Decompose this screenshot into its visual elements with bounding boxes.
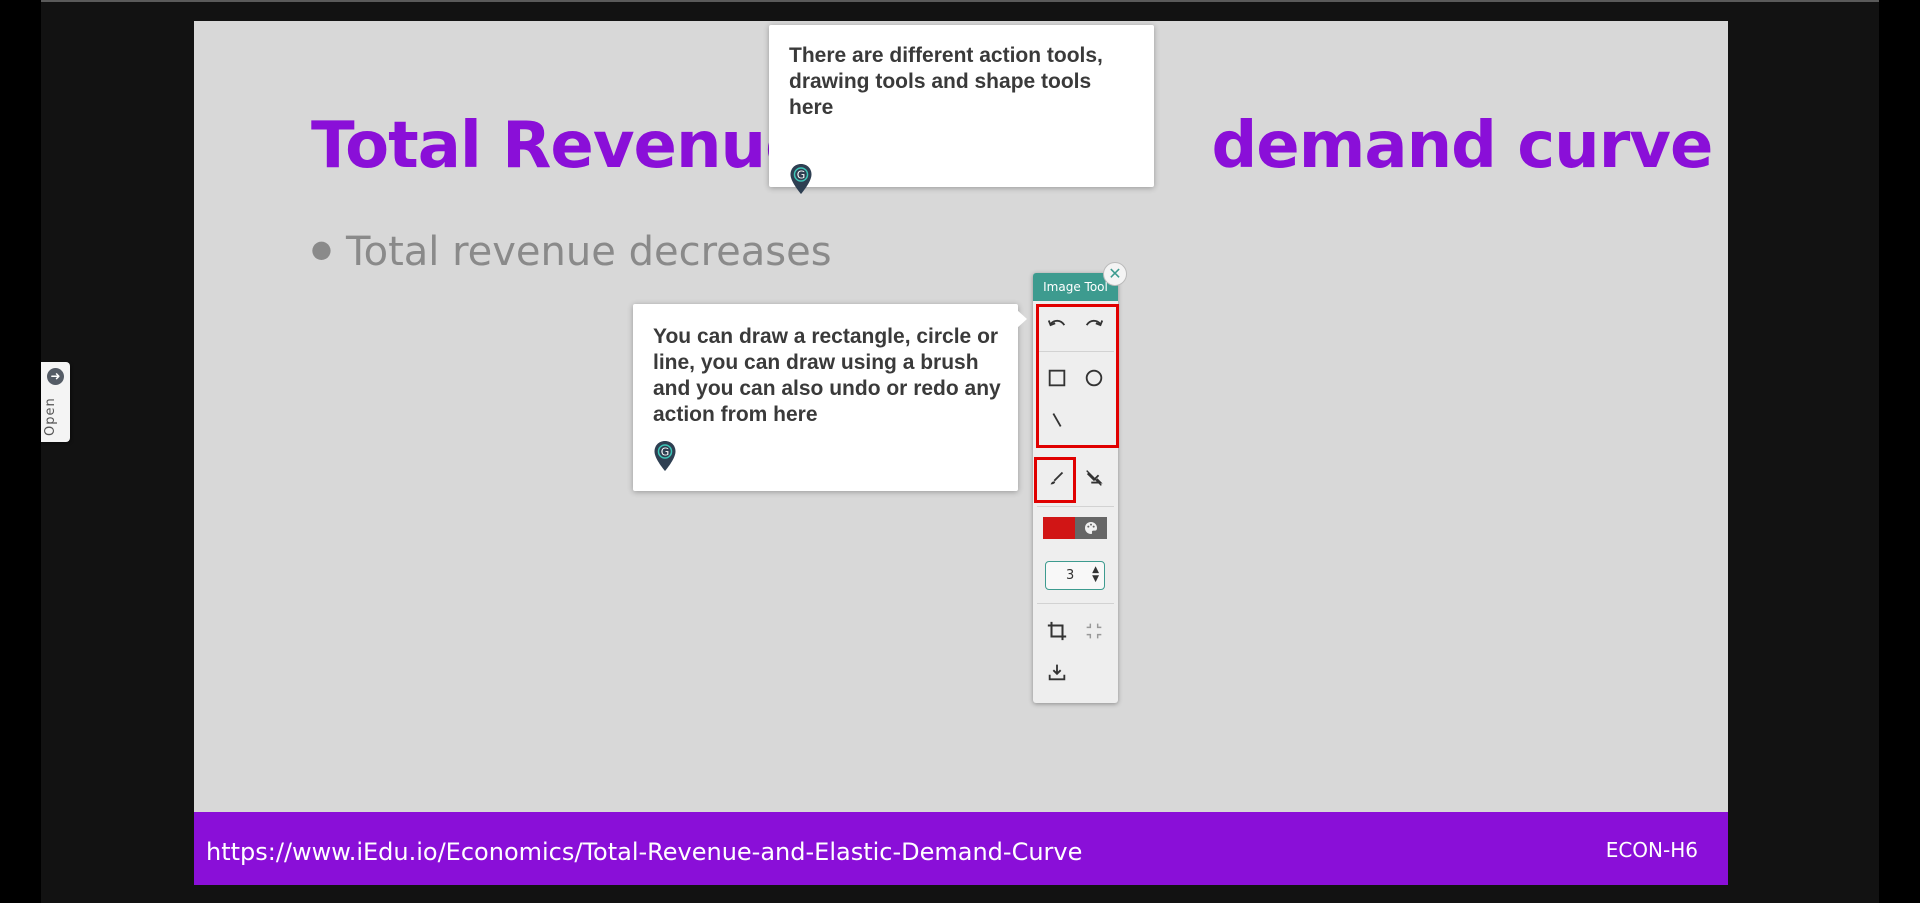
color-palette-button[interactable]	[1075, 517, 1107, 539]
tooltip-action-tools: There are different action tools, drawin…	[769, 25, 1154, 194]
footer-course-code: ECON-H6	[1605, 838, 1698, 862]
svg-text:G: G	[797, 169, 806, 182]
tooltip-drawing-tools: You can draw a rectangle, circle or line…	[633, 304, 1027, 491]
highlight-shape-tools	[1036, 304, 1119, 448]
download-icon	[1048, 664, 1066, 681]
crop-icon	[1047, 621, 1067, 641]
stroke-width-stepper[interactable]: 3 ▲ ▼	[1045, 561, 1105, 590]
tooltip-caret	[1017, 310, 1027, 328]
color-swatch[interactable]	[1043, 517, 1075, 539]
open-panel-tab[interactable]: ➜ Open	[41, 362, 70, 442]
transform-icon	[1086, 470, 1103, 486]
bullet-point: ● Total revenue decreases	[311, 229, 832, 275]
highlight-brush-tool	[1034, 457, 1076, 503]
divider	[1037, 506, 1114, 507]
slide-title-left: Total Revenue	[311, 109, 808, 183]
bullet-text: Total revenue decreases	[345, 229, 832, 275]
divider	[1037, 603, 1114, 604]
open-tab-label: Open	[43, 397, 58, 436]
download-button[interactable]	[1042, 657, 1072, 687]
stepper-arrows-icon[interactable]: ▲ ▼	[1092, 566, 1099, 584]
bullet-dot: ●	[311, 235, 332, 263]
crop-button[interactable]	[1042, 616, 1072, 646]
slide-title-right: demand curve	[1211, 109, 1713, 183]
guide-pin-icon: G	[654, 441, 676, 471]
tooltip-text: There are different action tools, drawin…	[789, 44, 1103, 119]
close-icon: ✕	[1108, 264, 1122, 283]
transform-tool-button[interactable]	[1079, 463, 1109, 493]
collapse-button[interactable]	[1079, 616, 1109, 646]
arrow-right-circle-icon: ➜	[47, 368, 64, 385]
tooltip-text: You can draw a rectangle, circle or line…	[653, 325, 1001, 426]
guide-pin-icon: G	[790, 164, 812, 194]
stroke-width-value: 3	[1066, 568, 1075, 583]
color-palette-icon	[1085, 522, 1097, 534]
footer-url: https://www.iEdu.io/Economics/Total-Reve…	[206, 838, 1083, 866]
close-tool-button[interactable]: ✕	[1103, 262, 1127, 286]
collapse-icon	[1086, 623, 1102, 639]
svg-text:G: G	[661, 446, 670, 459]
slide-footer: https://www.iEdu.io/Economics/Total-Reve…	[194, 812, 1728, 885]
